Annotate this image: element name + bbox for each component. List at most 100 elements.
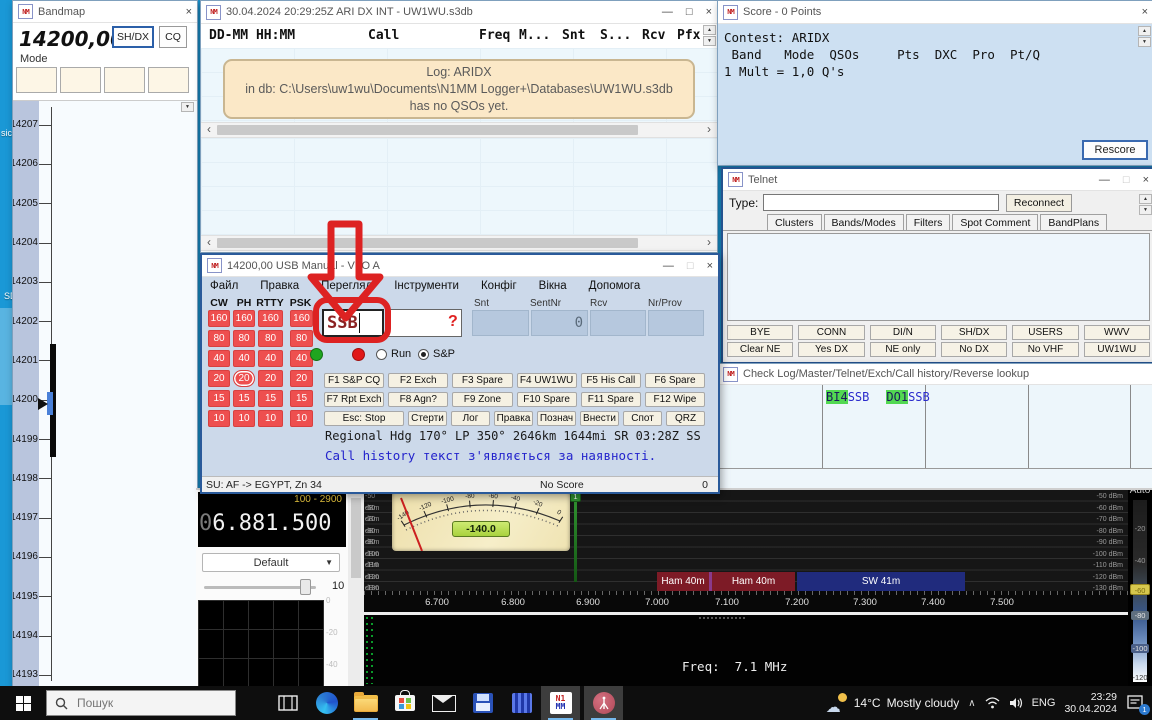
function-key-button[interactable]: F10 Spare [517,392,577,407]
telnet-command-button[interactable]: UW1WU [1084,342,1150,357]
telnet-command-button[interactable]: No VHF [1012,342,1078,357]
action-button[interactable]: Правка [494,411,533,426]
action-button[interactable]: QRZ [666,411,705,426]
spectrum-display[interactable]: -50 dBm-60 dBm-70 dBm-80 dBm-90 dBm-100 … [364,490,1128,686]
minimize-icon[interactable]: — [662,6,673,18]
volume-slider-handle[interactable] [300,579,311,595]
band-overlay-ham40m[interactable]: Ham 40m [712,572,795,591]
function-key-button[interactable]: F4 UW1WU [517,373,577,388]
function-key-button[interactable]: F7 Rpt Exch [324,392,384,407]
function-key-button[interactable]: F5 His Call [581,373,641,388]
floppy-app-icon[interactable] [463,686,502,720]
check-call[interactable]: DO1SSB [886,390,929,404]
band-button[interactable]: 40 [208,350,230,367]
action-button[interactable]: Внести [580,411,619,426]
clock[interactable]: 23:29 30.04.2024 [1064,691,1117,715]
telnet-tab[interactable]: Spot Comment [952,214,1038,230]
scroll-right-icon[interactable]: › [701,123,717,137]
log-spinner[interactable]: ▲ ▼ [703,25,716,46]
start-button[interactable] [0,686,46,720]
function-key-button[interactable]: F3 Spare [452,373,512,388]
menu-item[interactable]: Правка [260,280,299,296]
entry-titlebar[interactable]: NM 14200,00 USB Manual - VFO A — □ × [202,255,718,277]
radio-circle[interactable] [376,349,387,360]
log-column-header[interactable]: Rcv [642,28,665,43]
rescore-button[interactable]: Rescore [1082,140,1148,160]
band-button[interactable]: 15 [258,390,283,407]
sdr-app-icon[interactable] [584,686,623,720]
band-button[interactable]: 80 [290,330,313,347]
telnet-command-button[interactable]: USERS [1012,325,1078,340]
spin-down-icon[interactable]: ▼ [181,102,194,112]
frequency-scale[interactable]: 6.7006.8006.9007.0007.1007.2007.3007.400… [364,591,1128,612]
band-button[interactable]: 10 [290,410,313,427]
scroll-right-icon[interactable]: › [701,236,717,250]
spin-up-icon[interactable]: ▲ [1138,26,1151,36]
log-column-header[interactable]: M... [519,28,550,43]
band-button[interactable]: 160 [233,310,255,327]
blue-grid-app-icon[interactable] [502,686,541,720]
minimize-icon[interactable]: — [1099,174,1110,186]
bandmap-titlebar[interactable]: NM Bandmap × [13,1,197,23]
function-key-button[interactable]: F12 Wipe [645,392,705,407]
sdr-vertical-scrollbar[interactable] [348,490,364,686]
n1mm-taskbar-icon[interactable]: N1MM [541,686,580,720]
cq-button[interactable]: CQ [159,26,187,48]
band-overlay-sw41m[interactable]: SW 41m [797,572,965,591]
mode-field[interactable] [104,67,145,93]
check-call[interactable]: BI4SSB [826,390,869,404]
minimize-icon[interactable]: — [663,260,674,272]
band-button[interactable]: 15 [290,390,313,407]
band-button[interactable]: 80 [258,330,283,347]
score-titlebar[interactable]: NM Score - 0 Points × [718,1,1152,24]
telnet-tab[interactable]: Filters [906,214,951,230]
telnet-tab[interactable]: BandPlans [1040,214,1107,230]
band-button[interactable]: 20 [208,370,230,387]
spin-up-icon[interactable]: ▲ [1139,194,1152,204]
score-spinner[interactable]: ▲ ▼ [1138,26,1151,47]
notification-center-icon[interactable]: 1 [1126,693,1146,713]
telnet-command-button[interactable]: WWV [1084,325,1150,340]
menu-item[interactable]: Перегляд [321,280,372,296]
telnet-command-button[interactable]: Yes DX [798,342,864,357]
preset-dropdown[interactable]: Default ▼ [202,553,340,572]
band-button[interactable]: 10 [258,410,283,427]
mode-field[interactable] [148,67,189,93]
log-column-header[interactable]: Freq [479,28,510,43]
telnet-command-button[interactable]: SH/DX [941,325,1007,340]
telnet-tab[interactable]: Clusters [767,214,822,230]
rcv-field[interactable] [590,310,646,336]
snt-field[interactable] [472,310,529,336]
action-button[interactable]: Познач [537,411,576,426]
log-column-header[interactable]: Snt [562,28,585,43]
band-button[interactable]: 20 [258,370,283,387]
waterfall-intensity-scale[interactable]: Auto -20-40-60-80-100-120 [1128,490,1152,686]
action-button[interactable]: Стерти [408,411,447,426]
telnet-output-area[interactable] [727,233,1150,321]
shdx-button[interactable]: SH/DX [112,26,154,48]
close-icon[interactable]: × [707,260,713,272]
spectrum-marker-slider[interactable]: 1 [570,491,582,583]
spin-down-icon[interactable]: ▼ [1138,37,1151,47]
sp-radio[interactable]: S&P [418,348,455,360]
scroll-left-icon[interactable]: ‹ [201,236,217,250]
band-button[interactable]: 80 [208,330,230,347]
telnet-command-button[interactable]: Clear NE [727,342,793,357]
auto-label[interactable]: Auto [1128,490,1152,496]
mode-field[interactable] [60,67,101,93]
band-button[interactable]: 10 [233,410,255,427]
function-key-button[interactable]: F1 S&P CQ [324,373,384,388]
telnet-type-input[interactable] [763,194,999,211]
band-button[interactable]: 160 [290,310,313,327]
reconnect-button[interactable]: Reconnect [1006,194,1072,212]
close-icon[interactable]: × [1143,174,1149,186]
telnet-spinner[interactable]: ▲ ▼ [1139,194,1152,215]
nrprov-field[interactable] [648,310,704,336]
band-button[interactable]: 160 [208,310,230,327]
action-button[interactable]: Esc: Stop [324,411,404,426]
band-button[interactable]: 15 [233,390,255,407]
telnet-command-button[interactable]: BYE [727,325,793,340]
band-overlay-ham40m[interactable]: Ham 40m [657,572,709,591]
band-button[interactable]: 20 [290,370,313,387]
telnet-command-button[interactable]: No DX [941,342,1007,357]
